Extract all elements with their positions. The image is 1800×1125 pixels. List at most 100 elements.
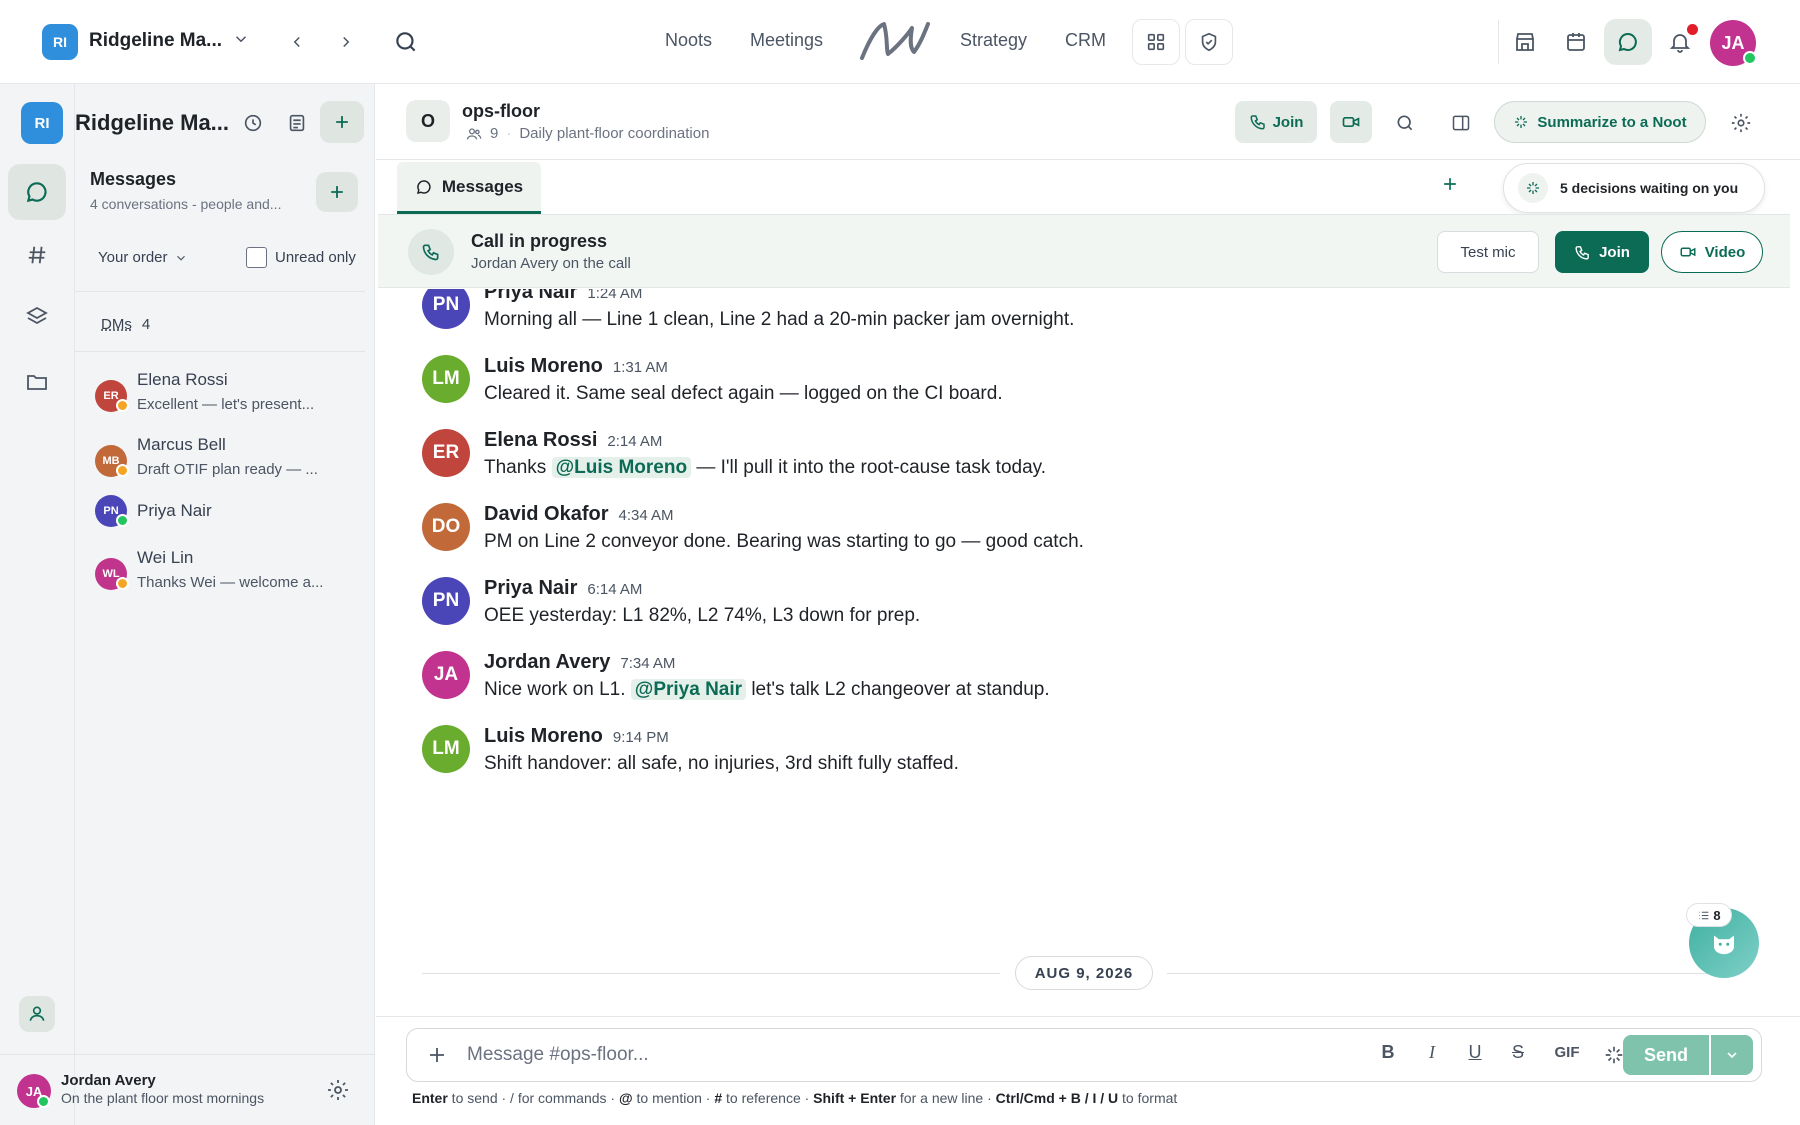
- member-count[interactable]: 9: [490, 125, 498, 142]
- dm-item-wei-lin[interactable]: WL Wei Lin Thanks Wei — welcome a...: [95, 546, 365, 602]
- message-author[interactable]: David Okafor 4:34 AM: [484, 503, 674, 526]
- nav-meetings[interactable]: Meetings: [750, 30, 823, 51]
- message-avatar[interactable]: PN: [422, 577, 470, 625]
- message-item[interactable]: JA Jordan Avery 7:34 AM Nice work on L1. @P…: [422, 651, 1722, 721]
- message-author[interactable]: Priya Nair 6:14 AM: [484, 577, 642, 600]
- top-bar: RI Ridgeline Ma... Noots Meetings Strate…: [0, 0, 1800, 84]
- dm-item-priya-nair[interactable]: PN Priya Nair: [95, 495, 365, 551]
- add-tab-button[interactable]: [1440, 174, 1460, 194]
- summarize-button[interactable]: Summarize to a Noot: [1494, 101, 1706, 143]
- dm-preview: Draft OTIF plan ready — ...: [137, 461, 318, 478]
- sidebar-workspace-logo[interactable]: RI: [21, 102, 63, 144]
- call-video-button[interactable]: Video: [1661, 231, 1763, 273]
- nav-crm[interactable]: CRM: [1065, 30, 1106, 51]
- attach-plus-icon[interactable]: [425, 1043, 449, 1067]
- message-avatar[interactable]: PN: [422, 289, 470, 329]
- forward-arrow-icon[interactable]: [337, 29, 355, 55]
- messages-button[interactable]: [1604, 19, 1652, 65]
- search-icon[interactable]: [393, 29, 419, 55]
- new-conversation-button[interactable]: [316, 172, 358, 212]
- chevron-down-icon[interactable]: [232, 30, 250, 48]
- rail-channels[interactable]: [8, 227, 66, 283]
- gif-button[interactable]: GIF: [1547, 1044, 1587, 1061]
- dm-item-marcus-bell[interactable]: MB Marcus Bell Draft OTIF plan ready — .…: [95, 433, 365, 489]
- channel-description: Daily plant-floor coordination: [519, 125, 710, 142]
- message-item[interactable]: PN Priya Nair 6:14 AM OEE yesterday: L1 82%…: [422, 577, 1722, 647]
- underline-button[interactable]: U: [1462, 1042, 1488, 1063]
- side-panel-icon[interactable]: [1449, 111, 1473, 135]
- test-mic-button[interactable]: Test mic: [1437, 231, 1539, 273]
- bold-button[interactable]: B: [1375, 1042, 1401, 1063]
- send-options-button[interactable]: [1711, 1035, 1753, 1075]
- call-subtitle: Jordan Avery on the call: [471, 255, 631, 272]
- people-icon: [466, 127, 482, 140]
- search-icon[interactable]: [1393, 111, 1417, 135]
- brand-logo-icon[interactable]: [858, 18, 930, 64]
- message-avatar[interactable]: DO: [422, 503, 470, 551]
- message-author[interactable]: Luis Moreno 1:31 AM: [484, 355, 668, 378]
- italic-button[interactable]: I: [1419, 1042, 1445, 1063]
- video-call-button[interactable]: [1330, 101, 1372, 143]
- notes-icon[interactable]: [286, 112, 308, 134]
- message-text: Nice work on L1. @Priya Nair let's talk …: [484, 679, 1050, 701]
- join-call-button[interactable]: Join: [1235, 101, 1317, 143]
- strikethrough-button[interactable]: S: [1505, 1042, 1531, 1063]
- new-item-button[interactable]: [320, 101, 364, 143]
- dms-section-header[interactable]: DMs 4: [101, 316, 150, 333]
- message-item[interactable]: DO David Okafor 4:34 AM PM on Line 2 convey…: [422, 503, 1722, 573]
- rail-files[interactable]: [8, 354, 66, 410]
- store-icon[interactable]: [1510, 27, 1540, 57]
- message-item[interactable]: LM Luis Moreno 9:14 PM Shift handover: all …: [422, 725, 1722, 795]
- message-composer: B I U S GIF Send: [406, 1028, 1762, 1082]
- composer-divider: [376, 1016, 1800, 1017]
- message-item[interactable]: PN Priya Nair 1:24 AM Morning all — Line 1 …: [422, 289, 1722, 351]
- nav-strategy[interactable]: Strategy: [960, 30, 1027, 51]
- history-icon[interactable]: [242, 112, 264, 134]
- apps-grid-button[interactable]: [1132, 19, 1180, 65]
- message-item[interactable]: LM Luis Moreno 1:31 AM Cleared it. Same sea…: [422, 355, 1722, 425]
- nav-noots[interactable]: Noots: [665, 30, 712, 51]
- message-author[interactable]: Luis Moreno 9:14 PM: [484, 725, 669, 748]
- message-avatar[interactable]: JA: [422, 651, 470, 699]
- gear-icon[interactable]: [1728, 110, 1754, 136]
- workspace-name[interactable]: Ridgeline Ma...: [89, 30, 222, 52]
- rail-messages[interactable]: [8, 164, 66, 220]
- message-author[interactable]: Elena Rossi 2:14 AM: [484, 429, 662, 452]
- away-status-dot: [116, 464, 129, 477]
- message-avatar[interactable]: ER: [422, 429, 470, 477]
- date-separator: AUG 9, 2026: [422, 956, 1722, 990]
- online-status-dot: [1743, 51, 1757, 65]
- dm-item-elena-rossi[interactable]: ER Elena Rossi Excellent — let's present…: [95, 368, 365, 424]
- message-item[interactable]: ER Elena Rossi 2:14 AM Thanks @Luis Moreno …: [422, 429, 1722, 499]
- unread-only-toggle[interactable]: Unread only: [246, 247, 356, 268]
- topbar-divider: [1498, 20, 1499, 64]
- sidebar-workspace-name[interactable]: Ridgeline Ma...: [75, 110, 229, 136]
- decisions-pill[interactable]: 5 decisions waiting on you: [1503, 163, 1765, 213]
- message-text-part: — I'll pull it into the root-cause task …: [691, 457, 1047, 478]
- message-author[interactable]: Jordan Avery 7:34 AM: [484, 651, 675, 674]
- mention-chip[interactable]: @Luis Moreno: [551, 457, 692, 478]
- rail-spaces[interactable]: [8, 289, 66, 345]
- unread-checkbox[interactable]: [246, 247, 267, 268]
- sort-dropdown[interactable]: Your order: [98, 249, 188, 266]
- calendar-icon[interactable]: [1561, 27, 1591, 57]
- mention-chip[interactable]: @Priya Nair: [630, 679, 747, 700]
- hashtag-icon: [28, 246, 46, 264]
- send-button[interactable]: Send: [1623, 1035, 1709, 1075]
- tab-messages[interactable]: Messages: [397, 162, 541, 214]
- tasks-badge[interactable]: 8: [1686, 903, 1732, 927]
- gear-icon[interactable]: [326, 1078, 350, 1102]
- hint-text: for a new line ·: [896, 1090, 996, 1106]
- message-text-part: PM on Line 2 conveyor done. Bearing was …: [484, 531, 1084, 552]
- channel-name[interactable]: ops-floor: [462, 101, 540, 122]
- message-avatar[interactable]: LM: [422, 355, 470, 403]
- back-arrow-icon[interactable]: [288, 29, 306, 55]
- call-join-button[interactable]: Join: [1555, 231, 1649, 273]
- date-pill: AUG 9, 2026: [1015, 956, 1153, 990]
- workspace-logo[interactable]: RI: [42, 24, 78, 60]
- message-author[interactable]: Priya Nair 1:24 AM: [484, 289, 642, 304]
- security-button[interactable]: [1185, 19, 1233, 65]
- message-avatar[interactable]: LM: [422, 725, 470, 773]
- profile-button[interactable]: [19, 996, 55, 1032]
- message-input[interactable]: [467, 1040, 1287, 1070]
